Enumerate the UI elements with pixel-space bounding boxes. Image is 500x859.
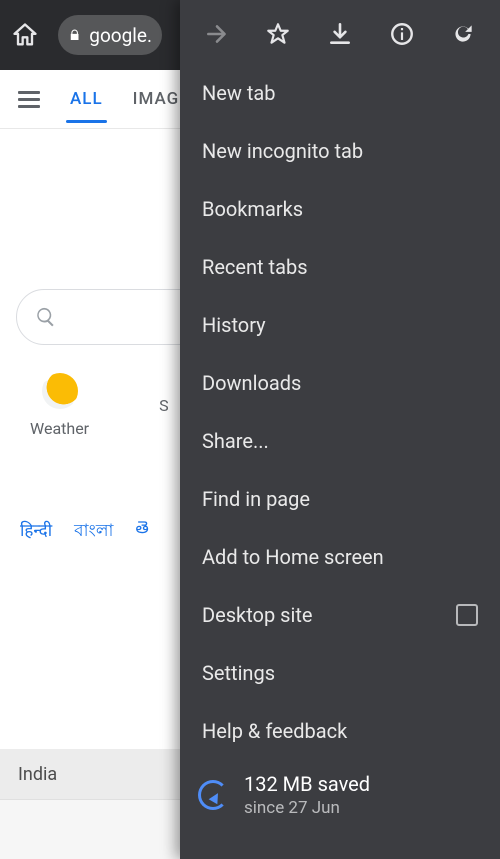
menu-item-label: Help & feedback	[202, 719, 347, 743]
menu-item-find-in-page[interactable]: Find in page	[180, 470, 500, 528]
page-info-button[interactable]	[389, 21, 415, 51]
menu-item-label: Add to Home screen	[202, 545, 384, 569]
menu-item-new-incognito-tab[interactable]: New incognito tab	[180, 122, 500, 180]
menu-item-label: Desktop site	[202, 603, 312, 627]
menu-item-label: New tab	[202, 81, 276, 105]
address-bar[interactable]: google.	[58, 15, 162, 55]
menu-item-share[interactable]: Share...	[180, 412, 500, 470]
bookmark-button[interactable]	[265, 21, 291, 51]
shortcut-second[interactable]: S	[159, 396, 169, 415]
menu-item-add-to-home-screen[interactable]: Add to Home screen	[180, 528, 500, 586]
menu-item-label: Settings	[202, 661, 275, 685]
data-saver-row[interactable]: 132 MB saved since 27 Jun	[180, 760, 500, 838]
data-saver-since: since 27 Jun	[244, 798, 370, 818]
menu-item-recent-tabs[interactable]: Recent tabs	[180, 238, 500, 296]
menu-item-history[interactable]: History	[180, 296, 500, 354]
lock-icon	[68, 27, 81, 43]
reload-icon	[450, 21, 476, 47]
download-page-button[interactable]	[327, 21, 353, 51]
menu-item-label: History	[202, 313, 266, 337]
menu-item-label: Find in page	[202, 487, 310, 511]
hamburger-menu-button[interactable]	[18, 91, 40, 108]
shortcut-label: Weather	[30, 419, 89, 438]
menu-item-label: New incognito tab	[202, 139, 363, 163]
menu-item-downloads[interactable]: Downloads	[180, 354, 500, 412]
lang-link[interactable]: తె	[135, 518, 148, 546]
forward-button[interactable]	[204, 21, 230, 51]
download-icon	[327, 21, 353, 47]
shortcut-weather[interactable]: Weather	[30, 373, 89, 438]
shortcut-label: S	[159, 396, 169, 415]
tab-all[interactable]: ALL	[70, 89, 103, 109]
reload-button[interactable]	[450, 21, 476, 51]
lang-link[interactable]: বাংলা	[74, 518, 113, 546]
lang-link[interactable]: हिन्दी	[20, 518, 52, 546]
overflow-menu: New tab New incognito tab Bookmarks Recent …	[180, 0, 500, 859]
menu-item-label: Downloads	[202, 371, 301, 395]
info-icon	[389, 21, 415, 47]
url-text: google.	[89, 24, 152, 47]
menu-quick-actions	[180, 8, 500, 64]
weather-icon	[42, 373, 78, 409]
menu-item-label: Bookmarks	[202, 197, 303, 221]
data-saver-amount: 132 MB saved	[244, 772, 370, 796]
menu-item-new-tab[interactable]: New tab	[180, 64, 500, 122]
home-button[interactable]	[10, 21, 40, 49]
star-icon	[265, 21, 291, 47]
home-icon	[11, 21, 39, 49]
arrow-right-icon	[204, 21, 230, 47]
footer-country-label: India	[18, 764, 57, 785]
data-saver-icon	[198, 780, 228, 810]
menu-item-label: Recent tabs	[202, 255, 308, 279]
menu-item-desktop-site[interactable]: Desktop site	[180, 586, 500, 644]
menu-item-settings[interactable]: Settings	[180, 644, 500, 702]
menu-item-label: Share...	[202, 429, 269, 453]
search-icon	[35, 306, 57, 328]
menu-item-bookmarks[interactable]: Bookmarks	[180, 180, 500, 238]
desktop-site-checkbox[interactable]	[456, 604, 478, 626]
menu-item-help-feedback[interactable]: Help & feedback	[180, 702, 500, 760]
